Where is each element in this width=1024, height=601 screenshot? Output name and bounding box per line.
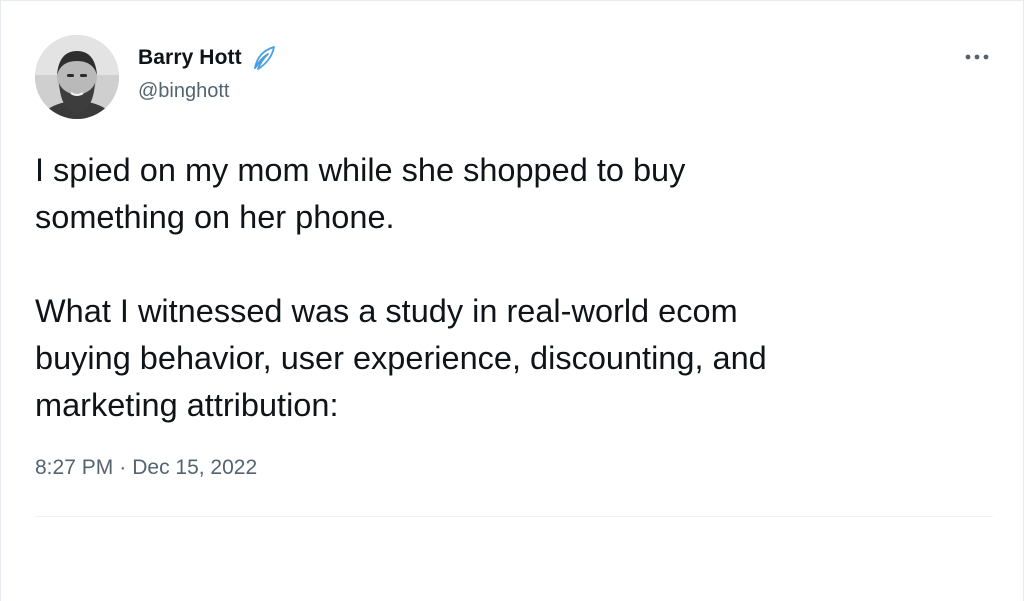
tweet-text: I spied on my mom while she shopped to b…: [35, 147, 985, 429]
tweet-time[interactable]: 8:27 PM: [35, 456, 113, 480]
display-name[interactable]: Barry Hott: [138, 46, 242, 70]
avatar-image: [35, 35, 119, 119]
handle[interactable]: @binghott: [138, 80, 229, 103]
timestamp-separator: ·: [119, 456, 127, 479]
tweet-line: buying behavior, user experience, discou…: [35, 340, 767, 376]
divider: [35, 516, 993, 517]
tweet-line: I spied on my mom while she shopped to b…: [35, 152, 686, 188]
tweet-card: Barry Hott @binghott I spied on my mom w…: [0, 0, 1024, 601]
tweet-date[interactable]: Dec 15, 2022: [132, 456, 257, 480]
tweet-line: marketing attribution:: [35, 387, 339, 423]
timestamp: 8:27 PM · Dec 15, 2022: [35, 456, 257, 480]
more-options-icon[interactable]: [959, 45, 995, 69]
tweet-line: something on her phone.: [35, 199, 395, 235]
author-name-row: Barry Hott: [138, 44, 278, 72]
avatar[interactable]: [35, 35, 119, 119]
tweet-line: What I witnessed was a study in real-wor…: [35, 293, 738, 329]
feather-icon: [250, 44, 278, 72]
